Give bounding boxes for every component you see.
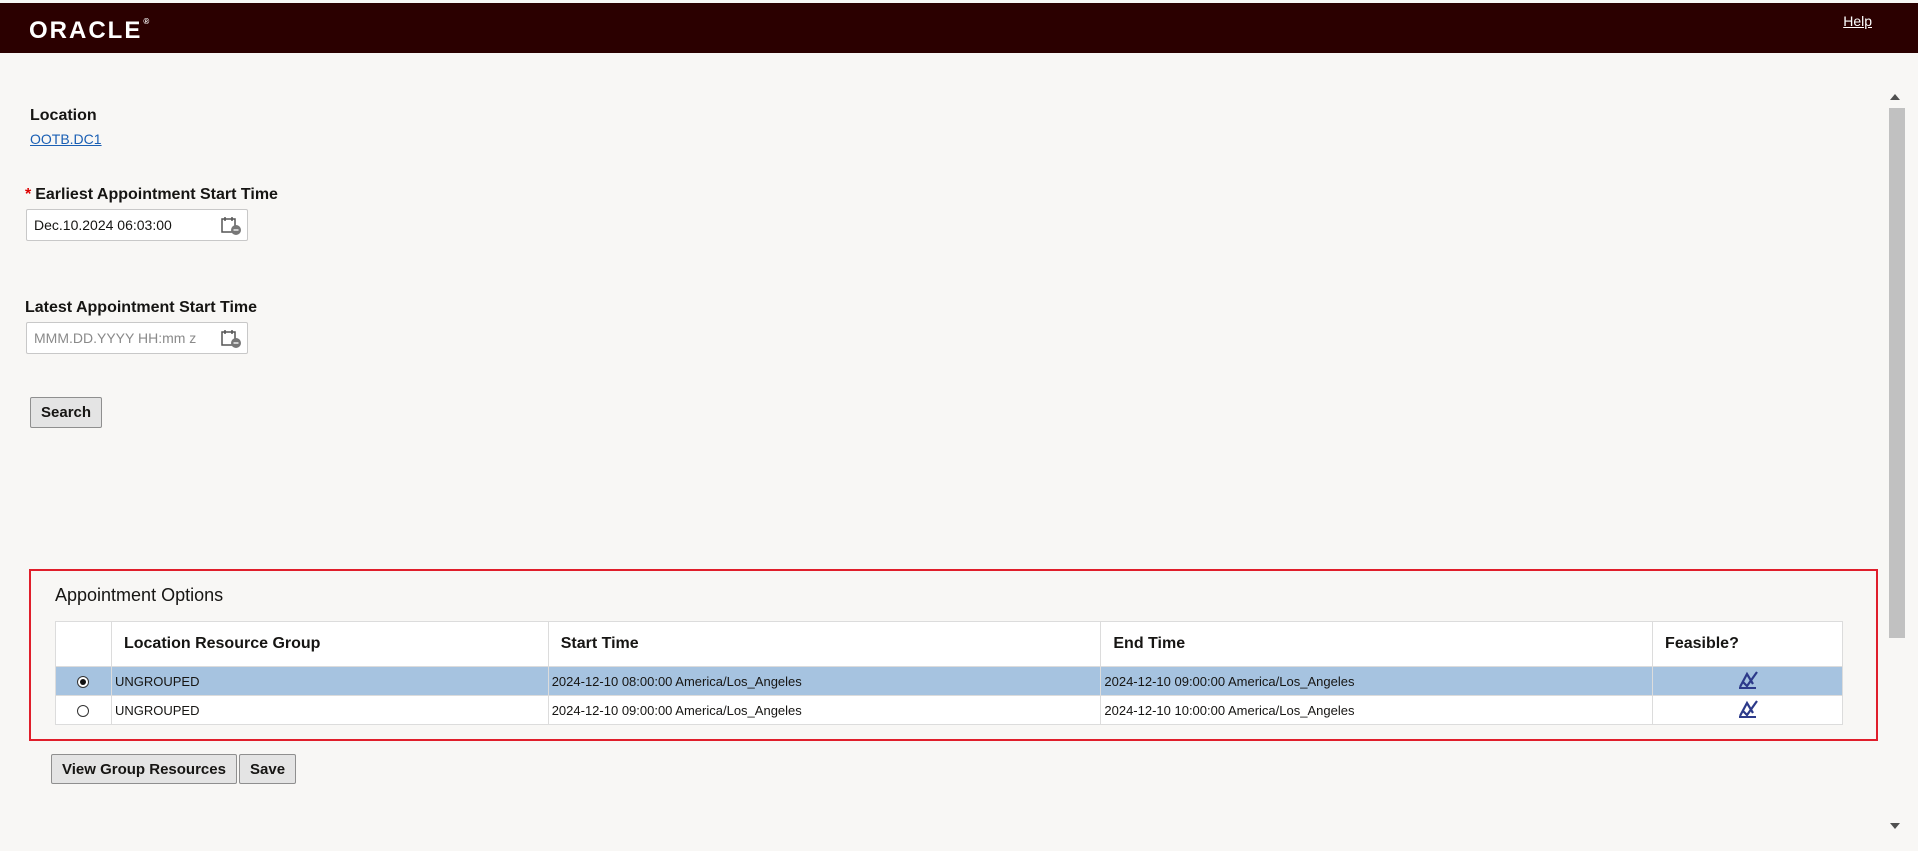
row-start-time: 2024-12-10 08:00:00 America/Los_Angeles <box>547 666 1102 696</box>
scroll-down-icon[interactable] <box>1890 823 1900 829</box>
row-location-group: UNGROUPED <box>110 666 549 696</box>
location-label: Location <box>30 107 97 124</box>
column-header-start-time: Start Time <box>547 621 1102 667</box>
column-header-end-time: End Time <box>1100 621 1654 667</box>
calendar-icon[interactable] <box>221 216 243 236</box>
row-start-time: 2024-12-10 09:00:00 America/Los_Angeles <box>547 695 1102 725</box>
latest-start-field <box>26 322 248 354</box>
search-button[interactable]: Search <box>30 397 103 428</box>
scrollbar-thumb[interactable] <box>1889 108 1905 638</box>
row-radio[interactable] <box>77 676 90 689</box>
calendar-icon[interactable] <box>221 329 243 349</box>
row-feasible <box>1652 666 1843 696</box>
earliest-start-input[interactable] <box>27 210 214 240</box>
row-end-time: 2024-12-10 09:00:00 America/Los_Angeles <box>1100 666 1654 696</box>
feasible-check-icon <box>1738 670 1758 689</box>
view-group-resources-button[interactable]: View Group Resources <box>51 754 237 784</box>
select-column-header <box>55 621 112 667</box>
table-row[interactable]: UNGROUPED 2024-12-10 09:00:00 America/Lo… <box>55 695 1843 725</box>
top-bar: ORACLE® Help <box>0 3 1918 53</box>
save-button[interactable]: Save <box>239 754 297 784</box>
row-end-time: 2024-12-10 10:00:00 America/Los_Angeles <box>1100 695 1654 725</box>
location-link[interactable]: OOTB.DC1 <box>30 131 102 147</box>
oracle-logo: ORACLE® <box>29 17 150 44</box>
column-header-location-group: Location Resource Group <box>110 621 549 667</box>
row-select-cell[interactable] <box>55 695 112 725</box>
column-header-feasible: Feasible? <box>1652 621 1843 667</box>
table-row[interactable]: UNGROUPED 2024-12-10 08:00:00 America/Lo… <box>55 666 1843 696</box>
row-select-cell[interactable] <box>55 666 112 696</box>
row-feasible <box>1652 695 1843 725</box>
appointment-options-table: Location Resource Group Start Time End T… <box>55 621 1843 725</box>
earliest-start-field <box>26 209 248 241</box>
feasible-check-icon <box>1738 699 1758 718</box>
help-link[interactable]: Help <box>1843 13 1872 29</box>
earliest-start-label: * Earliest Appointment Start Time <box>25 186 278 203</box>
appointment-options-title: Appointment Options <box>55 585 224 605</box>
row-radio[interactable] <box>77 705 90 718</box>
latest-start-label: Latest Appointment Start Time <box>25 299 258 316</box>
required-indicator: * <box>25 186 32 203</box>
scroll-up-icon[interactable] <box>1890 94 1900 100</box>
row-location-group: UNGROUPED <box>110 695 549 725</box>
appointment-options-panel: Appointment Options Location Resource Gr… <box>29 569 1878 741</box>
latest-start-input[interactable] <box>27 323 214 353</box>
